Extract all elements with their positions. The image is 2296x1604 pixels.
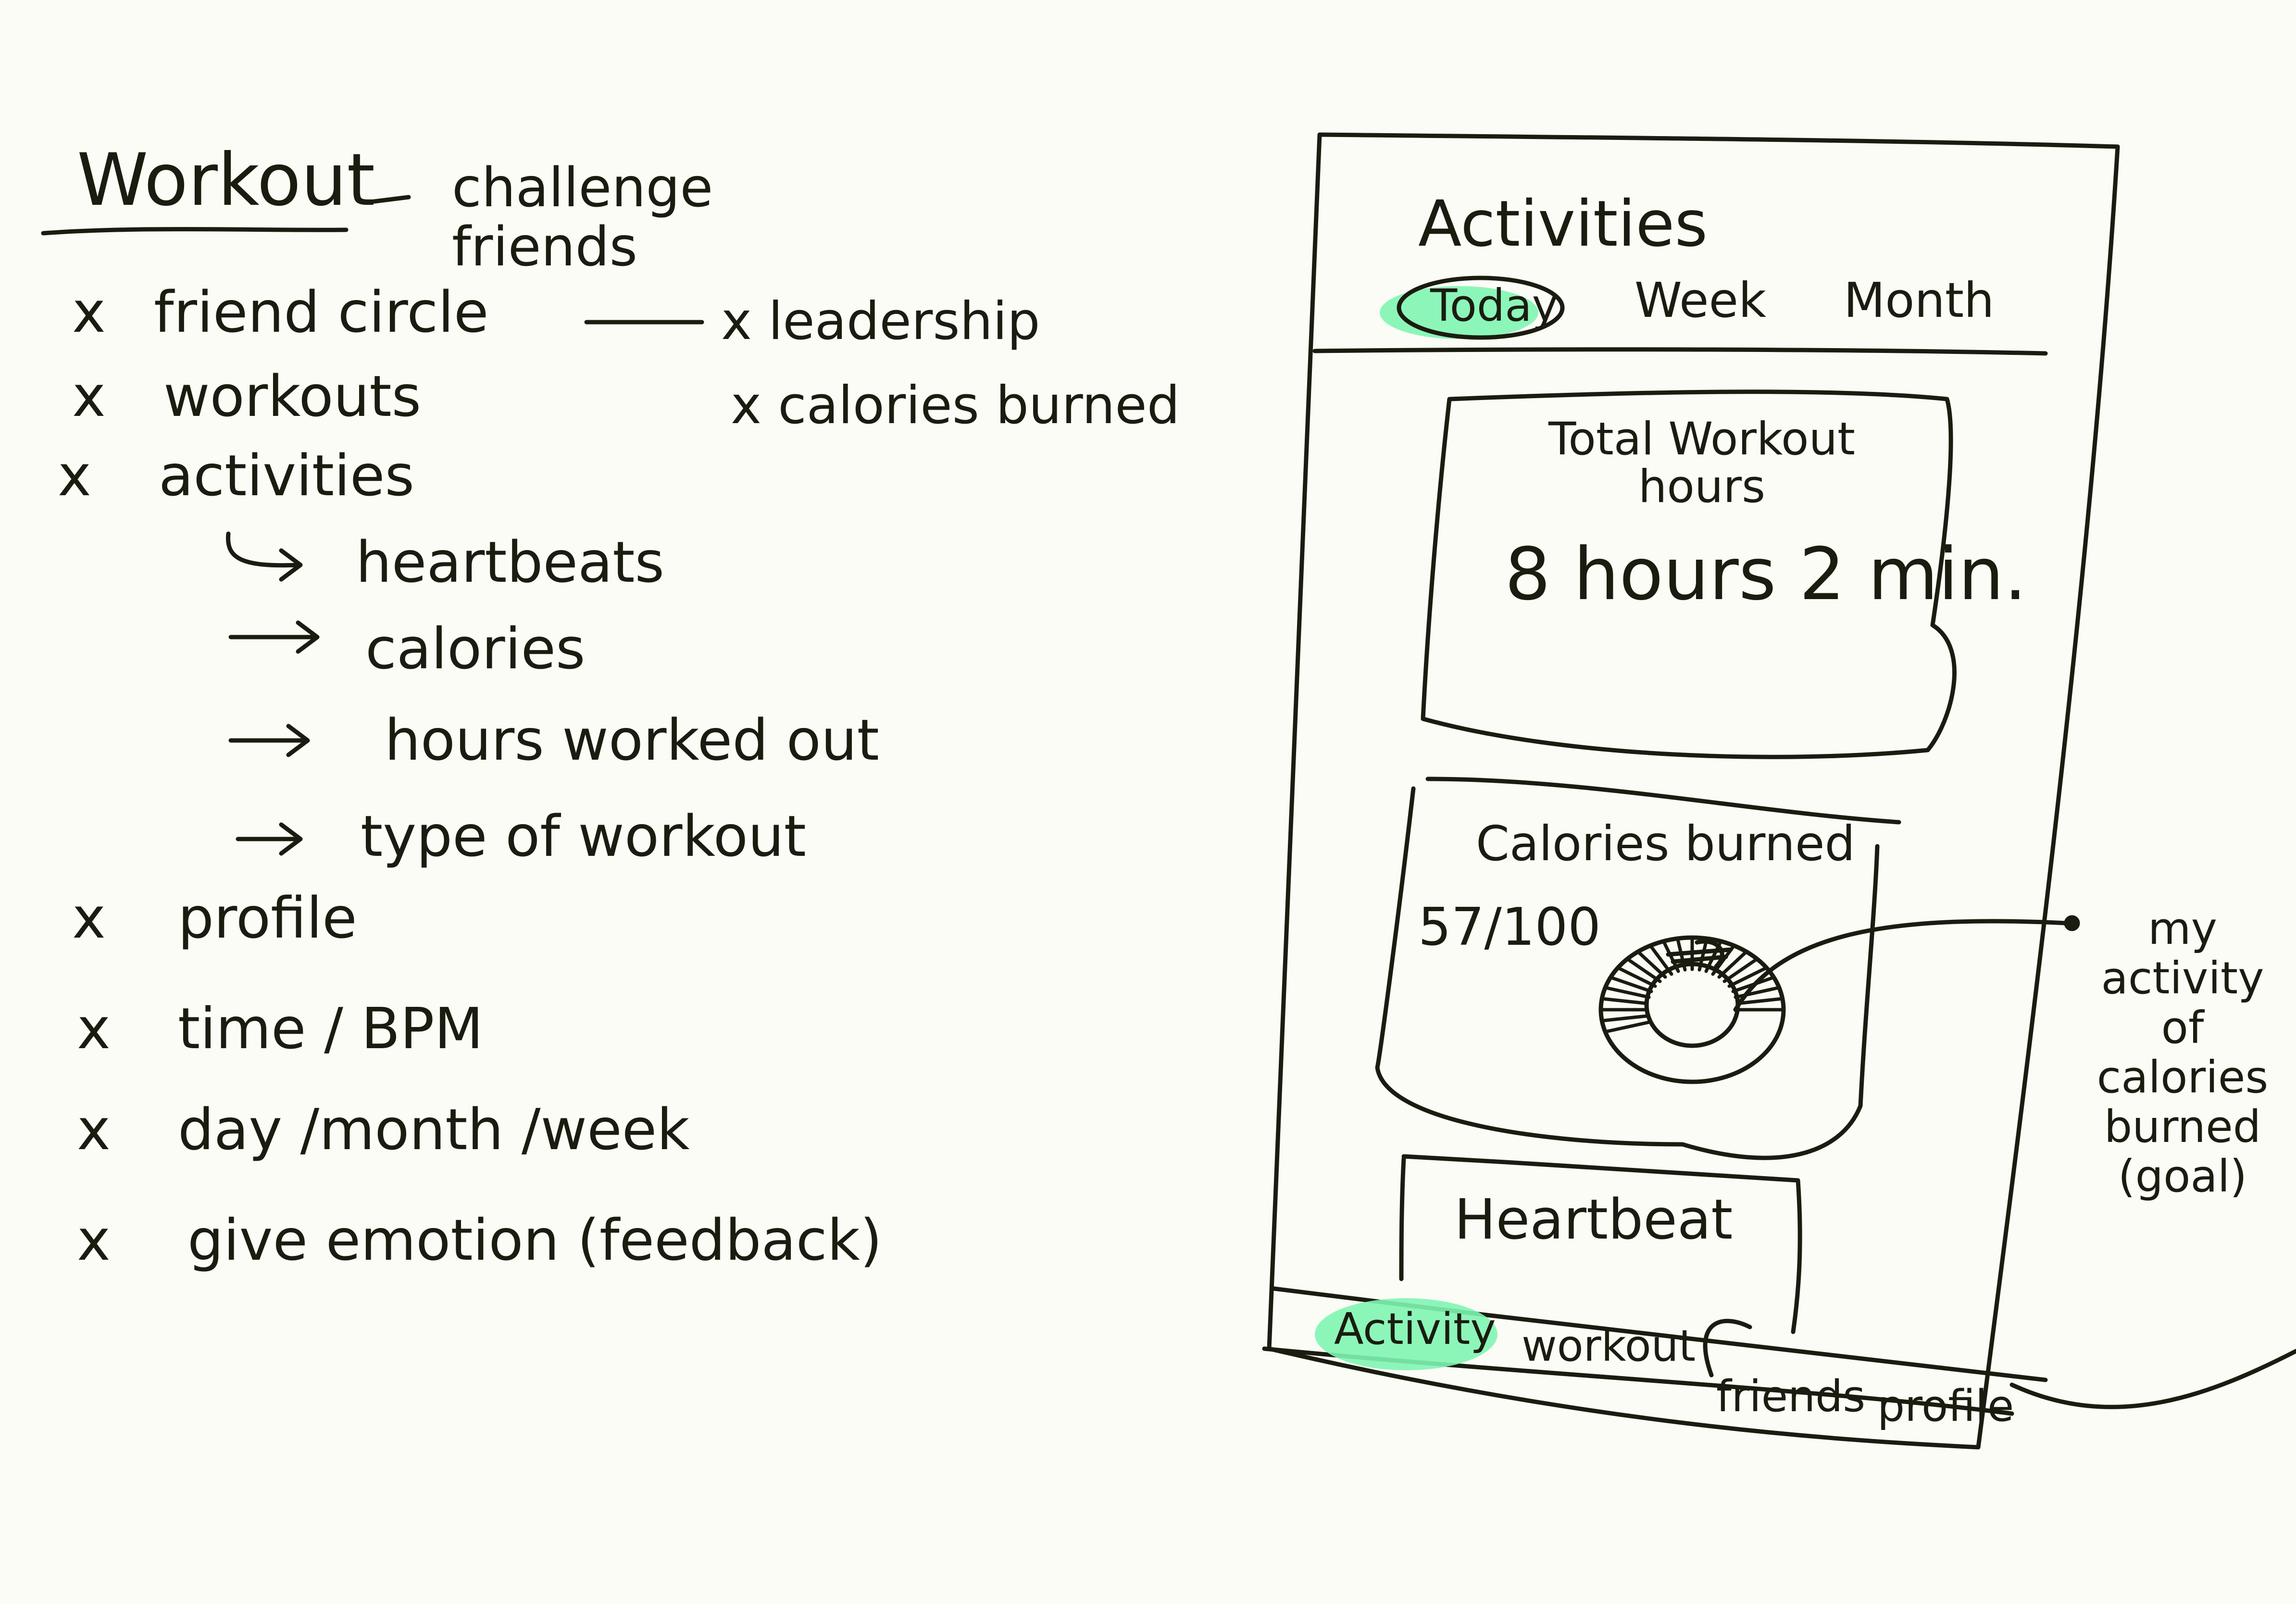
arrow-right-icon	[228, 724, 310, 757]
list-item-workouts: workouts	[163, 363, 422, 429]
arrow-right-icon	[236, 822, 303, 856]
tab-week[interactable]: Week	[1635, 276, 1766, 325]
calories-progress-ring	[1598, 935, 1786, 1084]
checklist-mark: x	[72, 363, 106, 429]
sub-item-heartbeats: heartbeats	[356, 529, 665, 595]
nav-activity[interactable]: Activity	[1334, 1308, 1496, 1351]
phone-outline	[1262, 132, 2120, 1450]
tab-today[interactable]: Today	[1430, 284, 1558, 328]
sub-item-type-of-workout: type of workout	[361, 803, 806, 869]
list-item-day-month-week: day /month /week	[178, 1096, 690, 1163]
workout-hours-value: 8 hours 2 min.	[1505, 533, 2027, 616]
tab-month[interactable]: Month	[1844, 276, 1994, 325]
checklist-mark: x	[58, 442, 91, 509]
checklist-mark: x	[77, 995, 111, 1062]
sub-item-arrows	[225, 531, 320, 856]
title-underline	[41, 195, 411, 236]
card-title: Heartbeat	[1454, 1188, 1733, 1252]
calories-goal-annotation: my activity of calories burned (goal)	[2096, 903, 2269, 1203]
page-title: Activities	[1418, 187, 1708, 261]
active-tab-circle	[1397, 276, 1565, 340]
notes-title-aside: challenge friends	[452, 157, 713, 279]
list-item-friend-circle: friend circle	[154, 279, 489, 345]
connector-line	[584, 320, 704, 325]
nav-workout[interactable]: workout	[1522, 1325, 1696, 1368]
notes-title: Workout	[77, 138, 375, 222]
card-title: Calories burned	[1476, 815, 1855, 872]
checklist-mark: x	[77, 1096, 111, 1163]
checklist-mark: x	[77, 1207, 111, 1273]
arrow-right-icon	[228, 620, 320, 654]
annotation-leader-line	[1733, 915, 2296, 1409]
list-item-give-emotion: give emotion (feedback)	[187, 1207, 883, 1273]
sub-item-calories-burned: x calories burned	[731, 376, 1180, 436]
card-title: Total Workout hours	[1548, 413, 1856, 513]
list-item-time-bpm: time / BPM	[178, 995, 484, 1062]
sub-item-hours-worked-out: hours worked out	[385, 707, 879, 773]
nav-profile[interactable]: profile	[1877, 1385, 2014, 1428]
hook-arrow-icon	[225, 531, 303, 582]
list-item-profile: profile	[178, 885, 357, 951]
checklist-mark: x	[72, 885, 106, 951]
calories-value: 57/100	[1418, 897, 1601, 957]
list-item-activities: activities	[159, 442, 414, 509]
checklist-mark: x	[72, 279, 106, 345]
sub-item-calories: calories	[365, 615, 586, 682]
nav-friends[interactable]: friends	[1716, 1375, 1865, 1418]
sub-item-leadership: x leadership	[721, 291, 1040, 351]
